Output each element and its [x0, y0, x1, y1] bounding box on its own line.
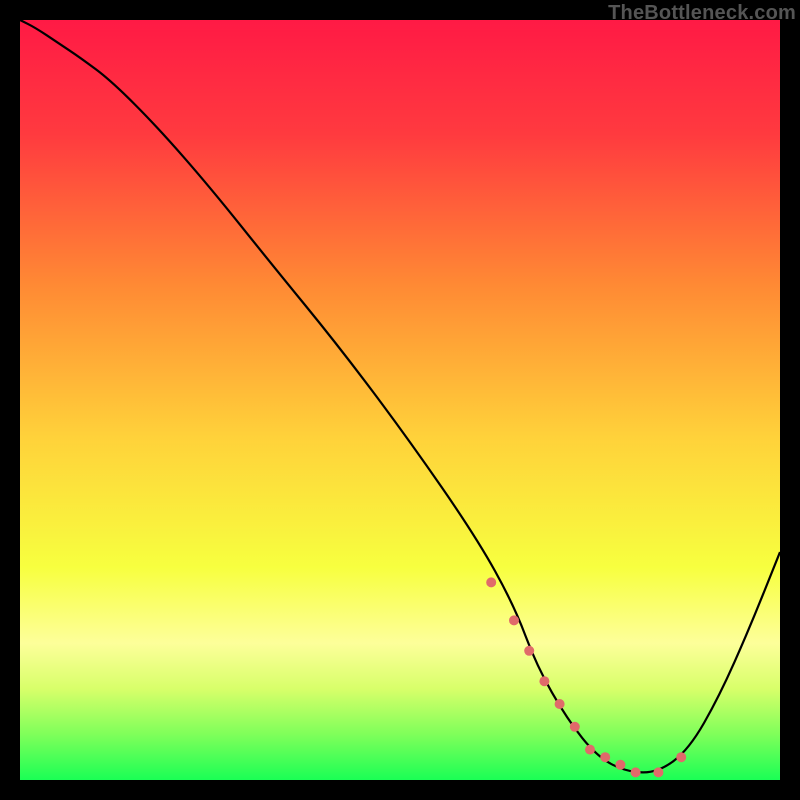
marker-point — [524, 646, 534, 656]
marker-point — [570, 722, 580, 732]
marker-point — [539, 676, 549, 686]
watermark-text: TheBottleneck.com — [608, 2, 796, 25]
chart-frame: TheBottleneck.com — [0, 0, 800, 800]
marker-point — [615, 760, 625, 770]
marker-point — [486, 577, 496, 587]
marker-point — [600, 752, 610, 762]
chart-svg — [20, 20, 780, 780]
marker-point — [676, 752, 686, 762]
marker-point — [509, 615, 519, 625]
chart-background — [20, 20, 780, 780]
marker-point — [555, 699, 565, 709]
marker-point — [631, 767, 641, 777]
chart-plot-area — [20, 20, 780, 780]
marker-point — [653, 767, 663, 777]
marker-point — [585, 745, 595, 755]
